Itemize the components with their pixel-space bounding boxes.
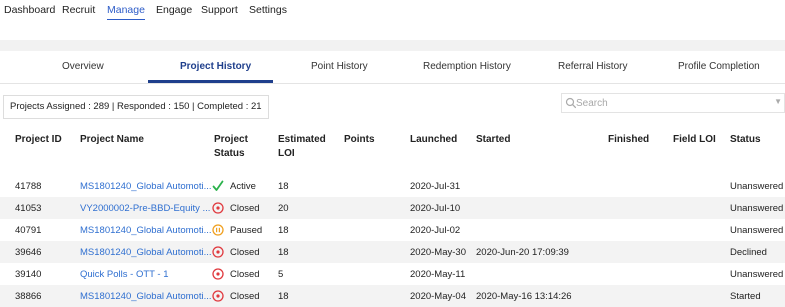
cell-estimated-loi: 18 — [278, 291, 289, 302]
tab-profile-completion[interactable]: Profile Completion — [678, 61, 760, 72]
project-status-label: Closed — [230, 246, 260, 258]
cell-launched: 2020-Jul-10 — [410, 203, 461, 214]
project-status-label: Paused — [230, 224, 263, 236]
closed-icon — [212, 290, 224, 302]
cell-estimated-loi: 18 — [278, 225, 289, 236]
closed-icon — [212, 202, 224, 214]
cell-estimated-loi: 18 — [278, 247, 289, 258]
project-status-label: Active — [230, 180, 256, 192]
closed-icon — [212, 246, 224, 258]
pause-icon — [212, 224, 224, 236]
header-started[interactable]: Started — [476, 133, 510, 147]
divider-bar — [0, 40, 785, 51]
project-status-label: Closed — [230, 290, 260, 302]
top-navigation: Dashboard Recruit Manage Engage Support … — [0, 0, 785, 40]
project-name-link[interactable]: MS1801240_Global Automoti... — [80, 225, 212, 236]
table-row: 41053 VY2000002-Pre-BBD-Equity ... 20 2020-… — [0, 197, 785, 219]
table-row: 38866 MS1801240_Global Automoti... 18 2020-… — [0, 285, 785, 307]
cell-status: Unanswered — [730, 181, 784, 192]
cell-started: 2020-Jun-20 17:09:39 — [476, 247, 569, 258]
cell-status: Unanswered — [730, 225, 784, 236]
cell-estimated-loi: 5 — [278, 269, 284, 280]
cell-started: 2020-May-16 13:14:26 — [476, 291, 572, 302]
cell-estimated-loi: 20 — [278, 203, 289, 214]
header-points[interactable]: Points — [344, 133, 375, 147]
tab-referral-history[interactable]: Referral History — [558, 61, 627, 72]
cell-estimated-loi: 18 — [278, 181, 289, 192]
cell-launched: 2020-May-11 — [410, 269, 466, 280]
cell-status: Declined — [730, 247, 767, 258]
nav-manage[interactable]: Manage — [107, 4, 145, 20]
tab-point-history[interactable]: Point History — [311, 61, 368, 72]
project-name-link[interactable]: MS1801240_Global Automoti... — [80, 247, 212, 258]
header-estimated-loi[interactable]: Estimated LOI — [278, 133, 326, 161]
cell-status: Unanswered — [730, 203, 784, 214]
projects-summary: Projects Assigned : 289 | Responded : 15… — [3, 95, 269, 119]
tab-overview[interactable]: Overview — [62, 61, 104, 72]
project-status: Closed — [212, 266, 260, 282]
nav-recruit[interactable]: Recruit — [62, 4, 95, 16]
cell-project-id: 39646 — [15, 247, 42, 258]
cell-status: Unanswered — [730, 269, 784, 280]
project-status-label: Closed — [230, 202, 260, 214]
cell-project-id: 41788 — [15, 181, 42, 192]
cell-launched: 2020-May-04 — [410, 291, 466, 302]
cell-project-id: 39140 — [15, 269, 42, 280]
nav-support[interactable]: Support — [201, 4, 238, 16]
header-project-name[interactable]: Project Name — [80, 133, 144, 147]
search-input[interactable] — [576, 96, 766, 110]
tab-project-history[interactable]: Project History — [180, 61, 251, 72]
table-row: 41788 MS1801240_Global Automoti... 18 2020-… — [0, 175, 785, 197]
chevron-down-icon[interactable]: ▼ — [774, 97, 782, 106]
header-project-status[interactable]: Project Status — [214, 133, 262, 161]
header-launched[interactable]: Launched — [410, 133, 457, 147]
project-name-link[interactable]: MS1801240_Global Automoti... — [80, 291, 212, 302]
nav-settings[interactable]: Settings — [249, 4, 287, 16]
header-project-id[interactable]: Project ID — [15, 133, 62, 147]
cell-status: Started — [730, 291, 761, 302]
header-finished[interactable]: Finished — [608, 133, 649, 147]
cell-launched: 2020-Jul-31 — [410, 181, 461, 192]
project-name-link[interactable]: VY2000002-Pre-BBD-Equity ... — [80, 203, 210, 214]
project-status: Paused — [212, 222, 262, 238]
table-row: 40791 MS1801240_Global Automoti... 18 2020-… — [0, 219, 785, 241]
cell-project-id: 41053 — [15, 203, 42, 214]
project-name-link[interactable]: MS1801240_Global Automoti... — [80, 181, 212, 192]
project-status: Closed — [212, 200, 260, 216]
project-status: Closed — [212, 288, 260, 304]
table-row: 39646 MS1801240_Global Automoti... 18 2020-… — [0, 241, 785, 263]
closed-icon — [212, 268, 224, 280]
project-status: Closed — [212, 244, 260, 260]
project-status-label: Closed — [230, 268, 260, 280]
tab-bar: Overview Project History Point History R… — [0, 51, 785, 84]
cell-project-id: 38866 — [15, 291, 42, 302]
search-box[interactable]: ▼ — [561, 93, 785, 113]
header-status[interactable]: Status — [730, 133, 761, 147]
project-name-link[interactable]: Quick Polls - OTT - 1 — [80, 269, 169, 280]
cell-launched: 2020-May-30 — [410, 247, 466, 258]
nav-engage[interactable]: Engage — [156, 4, 192, 16]
active-tab-indicator — [148, 80, 273, 83]
nav-dashboard[interactable]: Dashboard — [4, 4, 55, 16]
header-field-loi[interactable]: Field LOI — [673, 133, 716, 147]
tab-redemption-history[interactable]: Redemption History — [423, 61, 511, 72]
checkmark-icon — [212, 180, 224, 191]
table-row: 39140 Quick Polls - OTT - 1 5 2020-May-11 Un… — [0, 263, 785, 285]
cell-launched: 2020-Jul-02 — [410, 225, 461, 236]
project-status: Active — [212, 178, 256, 194]
cell-project-id: 40791 — [15, 225, 42, 236]
